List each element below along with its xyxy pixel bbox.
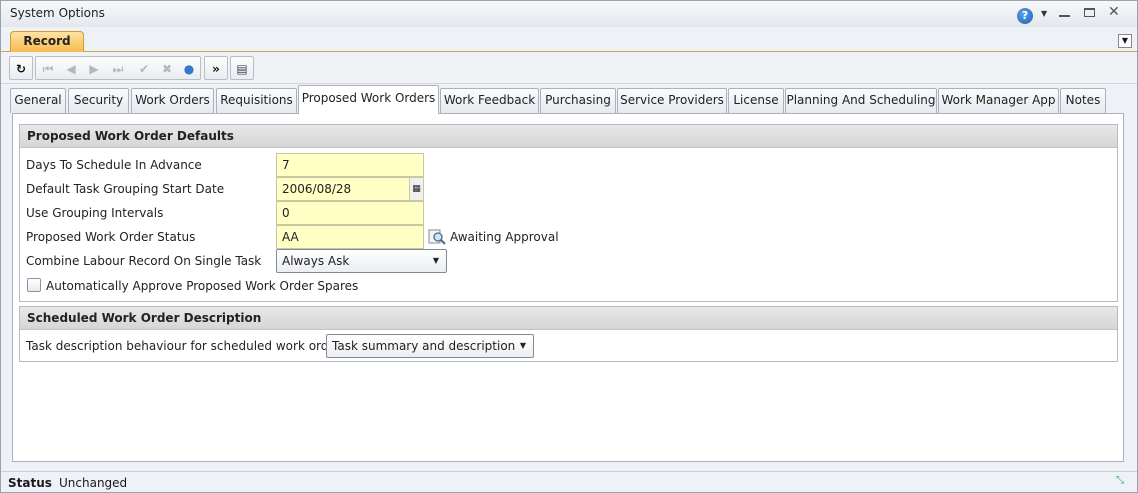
- section-title: Proposed Work Order Defaults: [20, 125, 1117, 148]
- record-nav-group: ⏮ ◀ ▶ ⏭ ✔ ✖ ●: [35, 56, 201, 80]
- cancel-icon[interactable]: ✖: [158, 60, 176, 78]
- tab-work-orders[interactable]: Work Orders: [131, 88, 214, 113]
- chevron-down-icon: ▼: [432, 256, 439, 265]
- ribbon-tab-row: Record ▼: [1, 27, 1137, 53]
- tab-service-providers[interactable]: Service Providers: [617, 88, 727, 113]
- status-label: Proposed Work Order Status: [26, 230, 196, 244]
- tab-work-manager-app[interactable]: Work Manager App: [938, 88, 1059, 113]
- tab-work-feedback[interactable]: Work Feedback: [440, 88, 539, 113]
- behaviour-label: Task description behaviour for scheduled…: [26, 339, 347, 353]
- tab-planning-and-scheduling[interactable]: Planning And Scheduling: [785, 88, 937, 113]
- system-options-window: System Options ? ▼ ✕ Record ▼ ↻ ⏮ ◀ ▶ ⏭ …: [0, 0, 1138, 493]
- tab-security[interactable]: Security: [68, 88, 129, 113]
- more-button[interactable]: »: [204, 56, 228, 80]
- ribbon-tab-record[interactable]: Record: [10, 31, 84, 53]
- intervals-label: Use Grouping Intervals: [26, 206, 164, 220]
- previous-record-icon[interactable]: ◀: [62, 60, 80, 78]
- intervals-input[interactable]: 0: [276, 201, 424, 225]
- window-title: System Options: [10, 6, 105, 20]
- auto-approve-checkbox[interactable]: [27, 278, 41, 292]
- status-bar-label: Status: [8, 476, 52, 490]
- toolbar: ↻ ⏮ ◀ ▶ ⏭ ✔ ✖ ● » ▤: [1, 52, 1137, 84]
- lookup-icon[interactable]: [428, 228, 446, 246]
- status-bar: Status Unchanged ⤡: [1, 471, 1137, 492]
- tab-purchasing[interactable]: Purchasing: [540, 88, 616, 113]
- refresh-icon: ↻: [15, 62, 27, 76]
- status-bar-value: Unchanged: [59, 476, 128, 490]
- start-date-input[interactable]: 2006/08/28 ▦: [276, 177, 424, 201]
- start-date-value: 2006/08/28: [282, 182, 352, 196]
- help-icon[interactable]: ?: [1017, 8, 1033, 24]
- close-icon[interactable]: ✕: [1108, 4, 1120, 20]
- combine-select[interactable]: Always Ask ▼: [276, 249, 447, 273]
- status-description: Awaiting Approval: [450, 230, 559, 244]
- last-record-icon[interactable]: ⏭: [109, 60, 127, 78]
- auto-approve-label: Automatically Approve Proposed Work Orde…: [46, 279, 359, 293]
- combine-select-value: Always Ask: [282, 254, 350, 268]
- behaviour-select-value: Task summary and description: [332, 339, 516, 353]
- refresh-button[interactable]: ↻: [9, 56, 33, 80]
- tab-proposed-work-orders[interactable]: Proposed Work Orders: [298, 85, 439, 114]
- status-input[interactable]: AA: [276, 225, 424, 249]
- tab-general[interactable]: General: [10, 88, 66, 113]
- accept-icon[interactable]: ✔: [135, 60, 153, 78]
- tab-strip: General Security Work Orders Requisition…: [1, 84, 1137, 114]
- scheduled-description-section: Scheduled Work Order Description Task de…: [19, 306, 1118, 362]
- days-input[interactable]: 7: [276, 153, 424, 177]
- ribbon-menu-icon[interactable]: ▼: [1118, 34, 1132, 48]
- combine-label: Combine Labour Record On Single Task: [26, 254, 262, 268]
- next-record-icon[interactable]: ▶: [85, 60, 103, 78]
- section-title: Scheduled Work Order Description: [20, 307, 1117, 330]
- tab-license[interactable]: License: [728, 88, 784, 113]
- help-dropdown-icon[interactable]: ▼: [1041, 9, 1047, 18]
- title-bar: System Options ? ▼ ✕: [1, 1, 1137, 27]
- tab-notes[interactable]: Notes: [1060, 88, 1106, 113]
- behaviour-select[interactable]: Task summary and description ▼: [326, 334, 534, 358]
- chevron-down-icon: ▼: [519, 341, 526, 350]
- more-icon: »: [212, 62, 220, 76]
- resize-icon[interactable]: ⤡: [1116, 475, 1124, 486]
- tab-content-panel: Proposed Work Order Defaults Days To Sch…: [12, 113, 1124, 462]
- first-record-icon[interactable]: ⏮: [39, 60, 57, 78]
- minimize-icon[interactable]: [1059, 15, 1070, 17]
- days-label: Days To Schedule In Advance: [26, 158, 202, 172]
- users-icon[interactable]: ●: [180, 60, 198, 78]
- proposed-defaults-section: Proposed Work Order Defaults Days To Sch…: [19, 124, 1118, 302]
- list-view-button[interactable]: ▤: [230, 56, 254, 80]
- calendar-icon[interactable]: ▦: [409, 178, 423, 200]
- maximize-icon[interactable]: [1084, 8, 1095, 17]
- start-date-label: Default Task Grouping Start Date: [26, 182, 225, 196]
- list-icon: ▤: [236, 62, 248, 76]
- tab-requisitions[interactable]: Requisitions: [216, 88, 297, 113]
